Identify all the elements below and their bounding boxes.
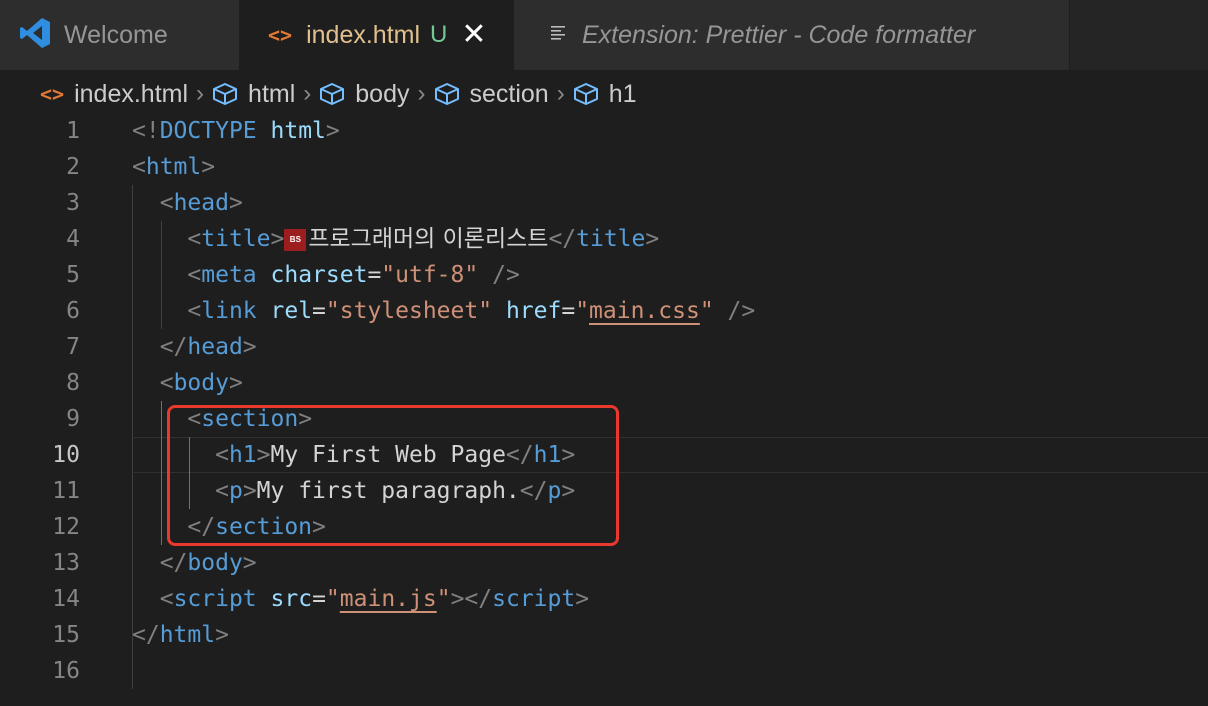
breadcrumb-item-file[interactable]: <> index.html xyxy=(40,80,188,109)
breadcrumb-label: index.html xyxy=(74,79,189,108)
breadcrumb-label: section xyxy=(469,79,549,108)
line-number: 11 xyxy=(52,478,80,504)
line-number: 3 xyxy=(66,190,80,216)
code-line: 15 </html> xyxy=(0,617,1208,653)
code-line: 2 <html> xyxy=(0,149,1208,185)
breadcrumb: <> index.html › html › body › section › … xyxy=(40,74,637,114)
line-number: 9 xyxy=(66,406,80,432)
tab-index-html[interactable]: <> index.html U ✕ xyxy=(240,0,514,70)
line-number: 14 xyxy=(52,586,80,612)
chevron-right-icon: › xyxy=(556,80,565,107)
code-text: <html> xyxy=(132,154,216,180)
code-text: <!DOCTYPE html> xyxy=(132,118,340,144)
line-number: 4 xyxy=(66,226,80,252)
line-number: 5 xyxy=(66,262,80,288)
code-text: <head> xyxy=(159,190,243,216)
code-icon: <> xyxy=(40,82,65,106)
line-number: 1 xyxy=(66,118,80,144)
code-text: <title> BS 프로그래머의 이론리스트</title> xyxy=(187,226,660,252)
tab-welcome[interactable]: Welcome xyxy=(0,0,240,70)
code-text: </html> xyxy=(132,622,229,648)
code-line: 3 <head> xyxy=(0,185,1208,221)
code-line: 5 <meta charset="utf-8" /> xyxy=(0,257,1208,293)
code-line: 16 xyxy=(0,653,1208,689)
breadcrumb-item-section[interactable]: section xyxy=(434,80,549,109)
line-number: 7 xyxy=(66,334,80,360)
code-text: <link rel="stylesheet" href="main.css" /… xyxy=(187,298,756,324)
line-number: 15 xyxy=(52,622,80,648)
code-line: 13 </body> xyxy=(0,545,1208,581)
code-text: </head> xyxy=(159,334,257,360)
cube-icon xyxy=(434,82,460,106)
line-number: 13 xyxy=(52,550,80,576)
chevron-right-icon: › xyxy=(417,80,426,107)
code-icon: <> xyxy=(268,23,293,47)
code-line: 7 </head> xyxy=(0,329,1208,365)
list-icon xyxy=(550,24,568,47)
line-number: 2 xyxy=(66,154,80,180)
code-editor[interactable]: 1 <!DOCTYPE html> 2 <html> 3 <head> 4 <t… xyxy=(0,113,1208,706)
code-text: <meta charset="utf-8" /> xyxy=(187,262,520,288)
highlight-annotation-box xyxy=(167,405,619,546)
tab-label: Welcome xyxy=(64,20,168,49)
tab-bar: Welcome <> index.html U ✕ Extension: Pre… xyxy=(0,0,1208,70)
breadcrumb-item-html[interactable]: html xyxy=(212,80,295,109)
code-line: 6 <link rel="stylesheet" href="main.css"… xyxy=(0,293,1208,329)
favicon-image: BS xyxy=(284,228,307,251)
code-line: 4 <title> BS 프로그래머의 이론리스트</title> xyxy=(0,221,1208,257)
tab-label: Extension: Prettier - Code formatter xyxy=(582,20,976,49)
tab-label: index.html xyxy=(306,20,421,49)
code-line: 14 <script src="main.js"></script> xyxy=(0,581,1208,617)
breadcrumb-item-h1[interactable]: h1 xyxy=(573,80,637,109)
code-text: <script src="main.js"></script> xyxy=(159,586,590,612)
close-icon[interactable]: ✕ xyxy=(461,20,486,50)
breadcrumb-label: body xyxy=(355,79,410,108)
untracked-badge: U xyxy=(430,21,448,48)
line-number: 6 xyxy=(66,298,80,324)
chevron-right-icon: › xyxy=(196,80,205,107)
cube-icon xyxy=(212,82,238,106)
vscode-logo-icon xyxy=(18,16,52,55)
link-main-js[interactable]: main.js xyxy=(340,586,437,612)
title-text: 프로그래머의 이론리스트 xyxy=(308,226,549,252)
cube-icon xyxy=(319,82,345,106)
cube-icon xyxy=(573,82,599,106)
line-number: 8 xyxy=(66,370,80,396)
link-main-css[interactable]: main.css xyxy=(589,298,700,324)
breadcrumb-label: h1 xyxy=(608,79,637,108)
tab-extension-prettier[interactable]: Extension: Prettier - Code formatter xyxy=(514,0,1070,70)
code-text: <body> xyxy=(159,370,243,396)
line-number: 16 xyxy=(52,658,80,684)
breadcrumb-item-body[interactable]: body xyxy=(319,79,410,109)
line-number: 10 xyxy=(52,442,80,468)
line-number: 12 xyxy=(52,514,80,540)
chevron-right-icon: › xyxy=(303,80,312,107)
breadcrumb-label: html xyxy=(248,79,296,108)
code-line: 8 <body> xyxy=(0,365,1208,401)
code-line: 1 <!DOCTYPE html> xyxy=(0,113,1208,149)
code-text: </body> xyxy=(159,550,257,576)
